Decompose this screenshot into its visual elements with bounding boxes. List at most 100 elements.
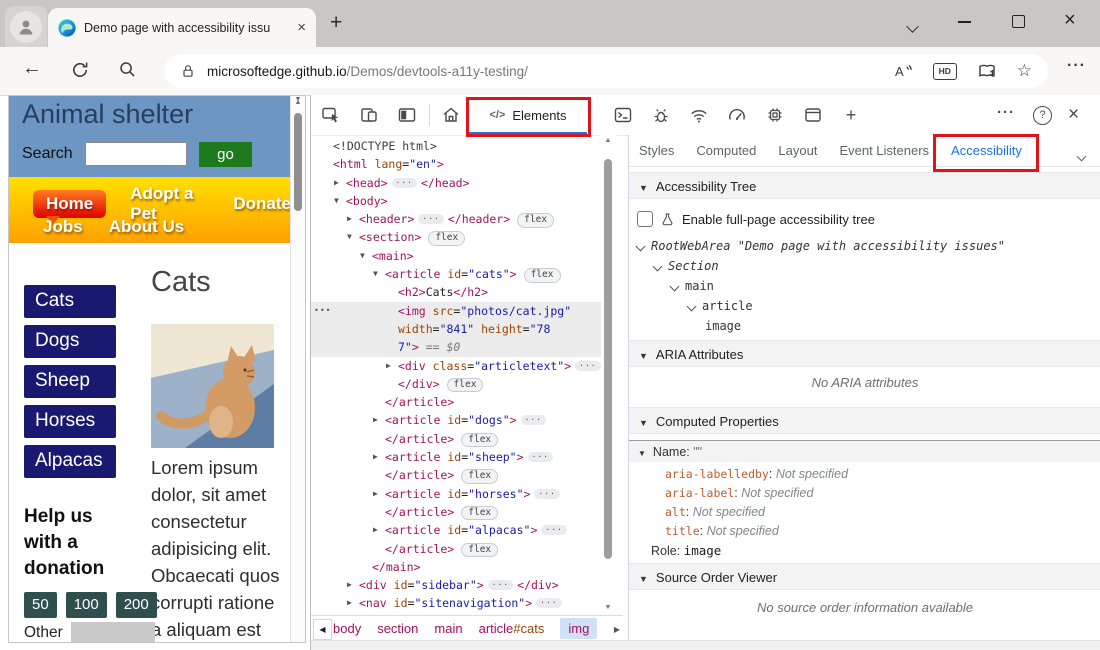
dom-tree-row[interactable]: width="841" height="78: [311, 320, 615, 338]
dom-tree-row[interactable]: ▶<article id="sheep">···: [311, 448, 615, 466]
dom-tree-row[interactable]: </main>: [311, 558, 615, 576]
performance-gauge-icon[interactable]: [725, 103, 749, 127]
section-source-order-viewer[interactable]: ▼Source Order Viewer: [629, 563, 1100, 590]
flex-badge[interactable]: flex: [461, 469, 498, 484]
dom-tree-row[interactable]: </article>flex: [311, 430, 615, 448]
minimize-button[interactable]: [958, 21, 971, 23]
expand-dots-icon[interactable]: ···: [488, 580, 513, 590]
chevron-down-icon[interactable]: [687, 301, 697, 311]
flex-badge[interactable]: flex: [428, 231, 465, 246]
dom-tree-row[interactable]: ▶<header>···</header>flex: [311, 210, 615, 228]
expand-dots-icon[interactable]: ···: [541, 525, 566, 535]
home-icon[interactable]: [439, 103, 463, 127]
breadcrumb-forward-icon[interactable]: ▶: [614, 625, 620, 634]
devtools-close-icon[interactable]: ×: [1068, 104, 1079, 126]
section-computed-properties[interactable]: ▼Computed Properties: [629, 407, 1100, 434]
expand-dots-icon[interactable]: ···: [575, 361, 600, 371]
expand-arrow-icon[interactable]: ▶: [373, 521, 378, 539]
scroll-down-icon[interactable]: ▼: [601, 604, 615, 611]
lock-icon[interactable]: [180, 63, 196, 79]
inspect-icon[interactable]: [319, 103, 343, 127]
nav-item-donate[interactable]: Donate: [233, 194, 291, 214]
hd-media-icon[interactable]: HD: [933, 63, 957, 80]
expand-arrow-icon[interactable]: ▶: [347, 576, 352, 594]
chevron-down-icon[interactable]: [653, 261, 663, 271]
dom-tree-row[interactable]: <h2>Cats</h2>: [311, 283, 615, 301]
a11y-tree-node[interactable]: RootWebArea "Demo page with accessibilit…: [637, 236, 1005, 256]
maximize-button[interactable]: [1012, 15, 1025, 28]
expand-arrow-icon[interactable]: ▶: [347, 210, 352, 228]
tab-computed[interactable]: Computed: [696, 143, 756, 158]
flex-badge[interactable]: flex: [517, 213, 554, 228]
tab-event-listeners[interactable]: Event Listeners: [839, 143, 929, 158]
expand-arrow-icon[interactable]: ▼: [334, 192, 339, 210]
more-tools-add-icon[interactable]: +: [839, 103, 863, 127]
dom-tree-row[interactable]: ▶<article id="alpacas">···: [311, 521, 615, 539]
window-close-button[interactable]: ×: [1064, 9, 1076, 32]
checkbox[interactable]: [637, 211, 653, 227]
dom-tree-row[interactable]: </article>flex: [311, 540, 615, 558]
sidebar-button-horses[interactable]: Horses: [24, 405, 116, 438]
read-aloud-icon[interactable]: A: [893, 61, 913, 81]
scroll-down-icon[interactable]: ▼: [291, 96, 305, 639]
address-bar[interactable]: microsoftedge.github.io/Demos/devtools-a…: [164, 54, 1048, 88]
console-icon[interactable]: [611, 103, 635, 127]
expand-dots-icon[interactable]: ···: [418, 214, 443, 224]
flex-badge[interactable]: flex: [461, 433, 498, 448]
page-scrollbar[interactable]: ▲ ▼: [290, 96, 305, 642]
flex-badge[interactable]: flex: [447, 378, 484, 393]
row-menu-icon[interactable]: •••: [314, 302, 331, 320]
network-wifi-icon[interactable]: [687, 103, 711, 127]
breadcrumb-item-article[interactable]: article#cats: [479, 621, 545, 636]
expand-dots-icon[interactable]: ···: [536, 598, 561, 608]
sidebar-button-dogs[interactable]: Dogs: [24, 325, 116, 358]
scroll-up-icon[interactable]: ▲: [601, 137, 615, 144]
dom-tree-row[interactable]: ▼<main>: [311, 247, 615, 265]
donate-button-50[interactable]: 50: [24, 592, 57, 618]
expand-arrow-icon[interactable]: ▶: [373, 448, 378, 466]
dom-tree-row[interactable]: <html lang="en">: [311, 155, 615, 173]
flex-badge[interactable]: flex: [524, 268, 561, 283]
section-aria-attributes[interactable]: ▼ARIA Attributes: [629, 340, 1100, 367]
refresh-button[interactable]: [70, 60, 90, 85]
scroll-thumb[interactable]: [604, 159, 612, 559]
dom-tree-row[interactable]: </article>flex: [311, 503, 615, 521]
breadcrumb-item-img[interactable]: img: [560, 618, 597, 639]
help-icon[interactable]: ?: [1033, 106, 1052, 125]
tab-search-chevron-icon[interactable]: [908, 18, 917, 36]
expand-dots-icon[interactable]: ···: [534, 489, 559, 499]
dom-tree-row[interactable]: ▶<article id="horses">···: [311, 485, 615, 503]
tab-close-icon[interactable]: ×: [297, 20, 306, 35]
search-input[interactable]: [85, 142, 187, 166]
dom-tree-row[interactable]: </article>flex: [311, 466, 615, 484]
dock-side-icon[interactable]: [395, 103, 419, 127]
expand-dots-icon[interactable]: ···: [392, 178, 417, 188]
tab-elements[interactable]: </> Elements: [469, 95, 587, 135]
enable-fullpage-tree-row[interactable]: Enable full-page accessibility tree: [637, 207, 875, 231]
dom-tree-row[interactable]: ▶<nav id="sitenavigation">···: [311, 594, 615, 612]
expand-arrow-icon[interactable]: ▼: [360, 247, 365, 265]
a11y-tree-node[interactable]: image: [705, 316, 741, 336]
back-button[interactable]: ←: [22, 57, 42, 80]
expand-arrow-icon[interactable]: ▼: [347, 228, 352, 246]
expand-arrow-icon[interactable]: ▶: [347, 594, 352, 612]
flex-badge[interactable]: flex: [461, 506, 498, 521]
a11y-tree-node[interactable]: article: [688, 296, 753, 316]
tabs-overflow-chevron-icon[interactable]: [1078, 147, 1085, 165]
flex-badge[interactable]: flex: [461, 543, 498, 558]
other-amount-input[interactable]: [71, 622, 155, 643]
breadcrumb-back-icon[interactable]: ◀: [313, 619, 332, 640]
donate-button-200[interactable]: 200: [116, 592, 157, 618]
expand-arrow-icon[interactable]: ▶: [373, 411, 378, 429]
a11y-tree-node[interactable]: main: [671, 276, 714, 296]
tab-styles[interactable]: Styles: [639, 143, 674, 158]
dom-tree-row[interactable]: ▶<article id="dogs">···: [311, 411, 615, 429]
tab-layout[interactable]: Layout: [778, 143, 817, 158]
nav-item-jobs[interactable]: Jobs: [43, 217, 83, 237]
computed-name-row[interactable]: ▼Name: "": [629, 440, 1100, 462]
immersive-reader-icon[interactable]: [977, 61, 997, 81]
expand-arrow-icon[interactable]: ▶: [334, 174, 339, 192]
chevron-down-icon[interactable]: [670, 281, 680, 291]
device-emulation-icon[interactable]: [357, 103, 381, 127]
expand-arrow-icon[interactable]: ▶: [373, 485, 378, 503]
